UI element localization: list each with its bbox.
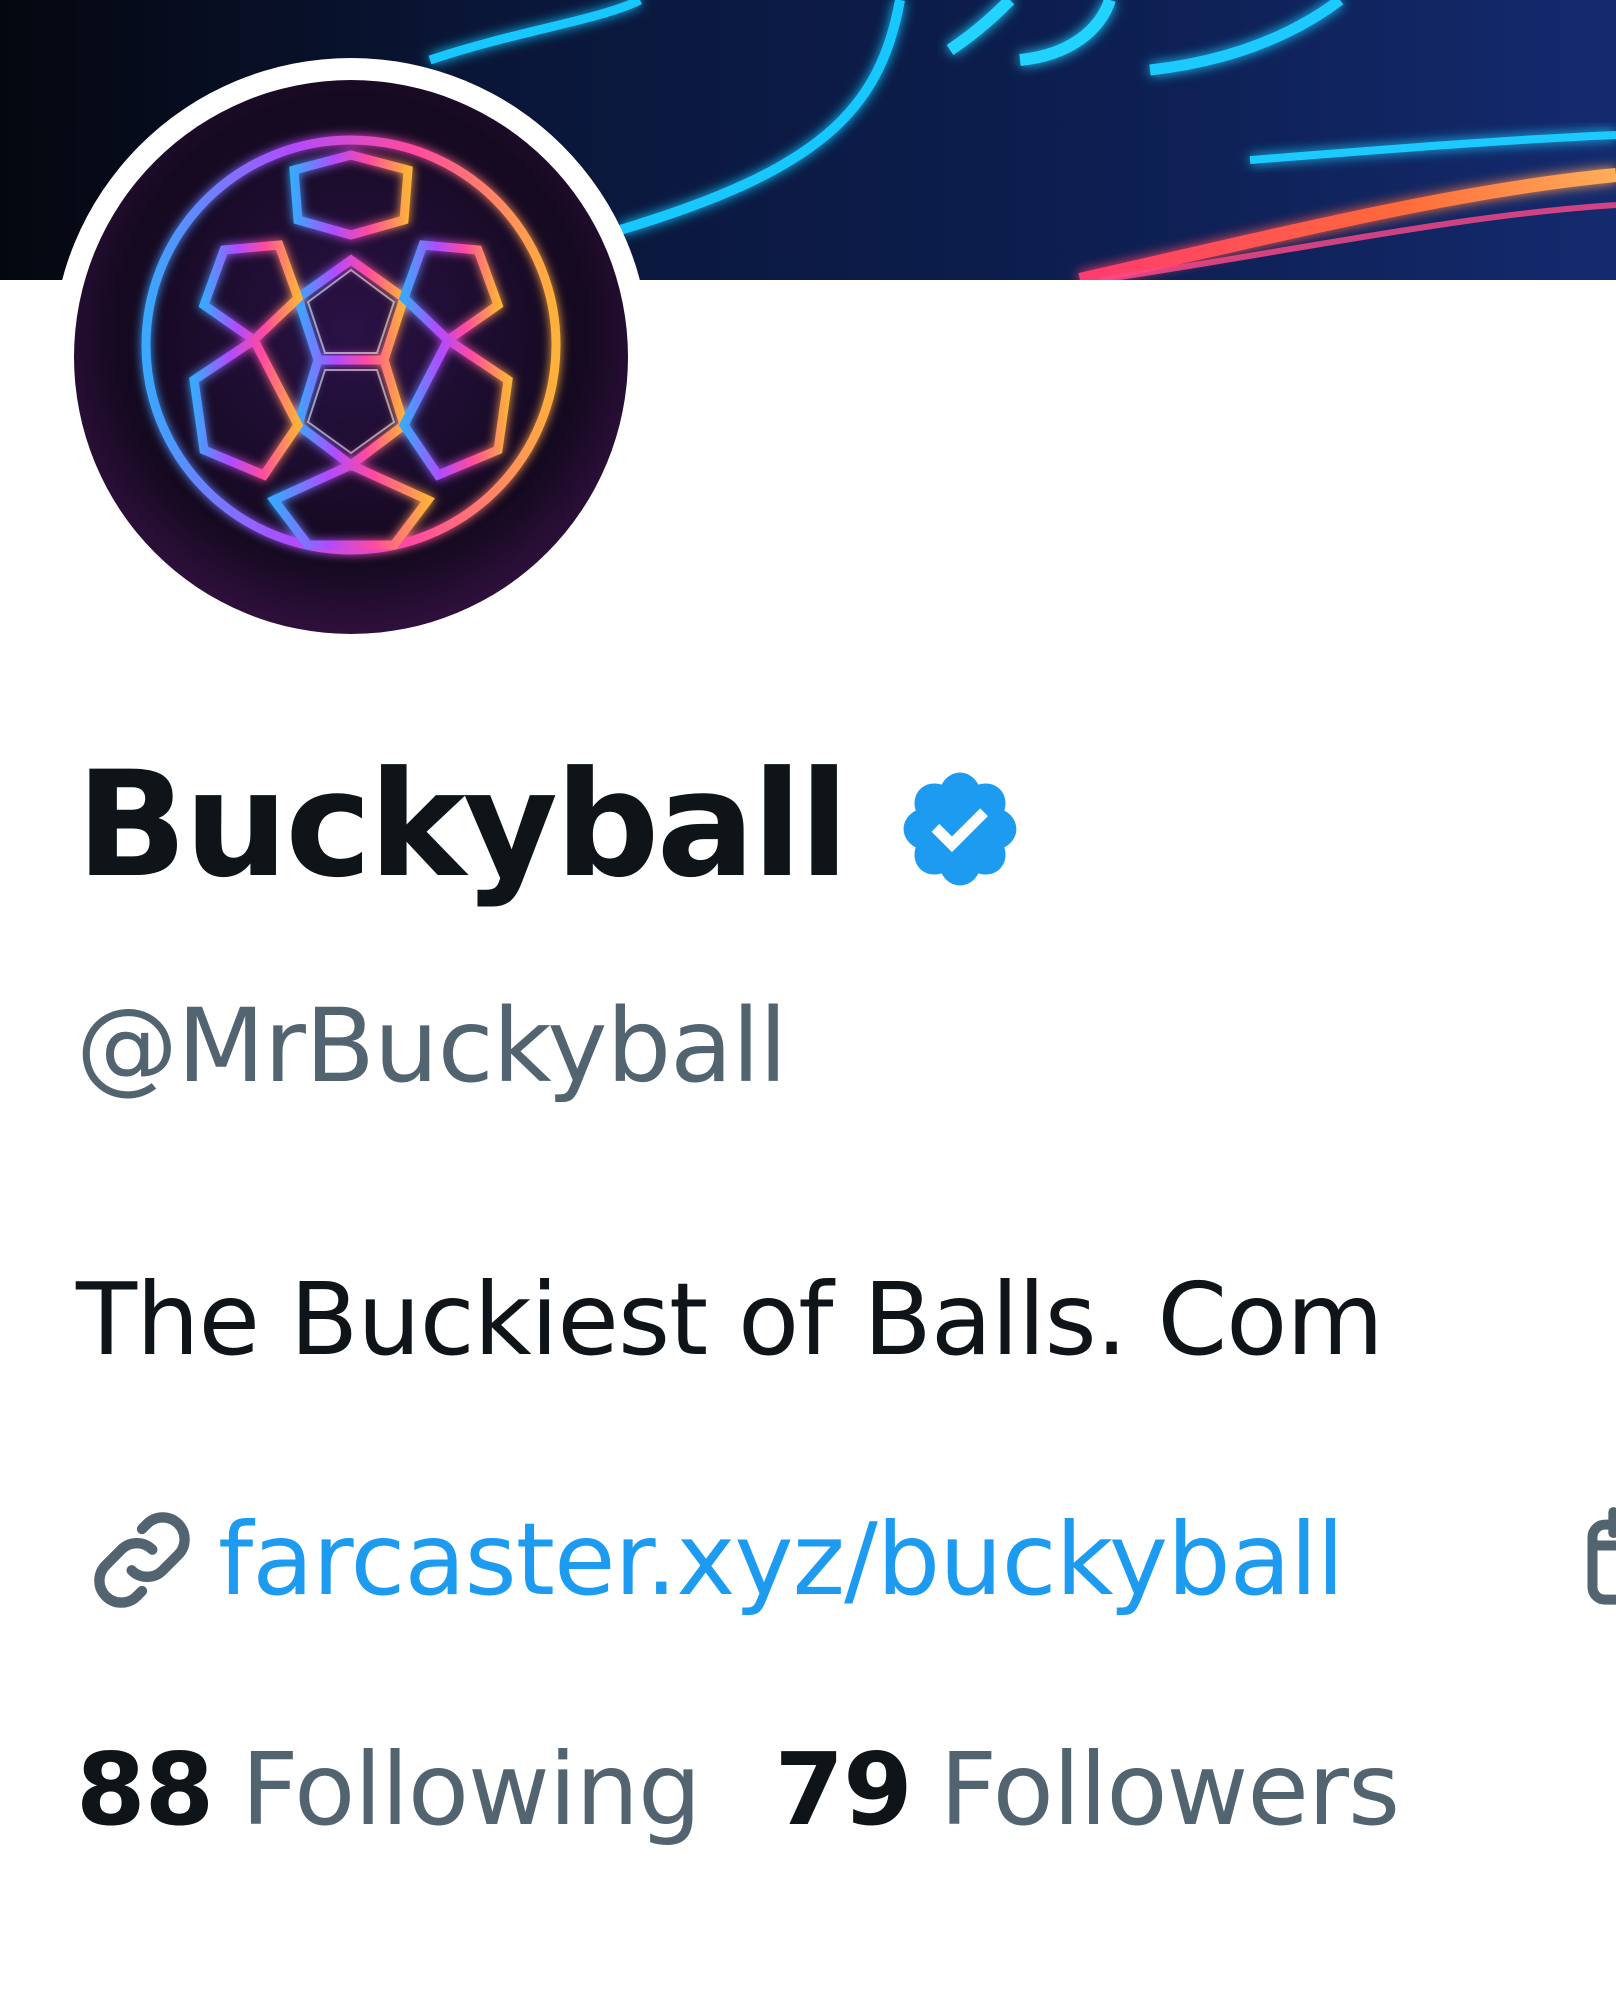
followers-label: Followers [939, 1731, 1400, 1848]
follow-stats: 88 Following 79 Followers [76, 1731, 1400, 1848]
following-count: 88 [76, 1731, 214, 1848]
following-label: Following [241, 1731, 701, 1848]
verified-badge-icon[interactable] [894, 763, 1026, 895]
link-icon [80, 1498, 204, 1622]
website-row: farcaster.xyz/buckyball [80, 1498, 1344, 1622]
following-stat[interactable]: 88 Following [76, 1731, 701, 1848]
profile-page: Buckyball @MrBuckyball The Buckiest of B… [0, 0, 1616, 2000]
display-name: Buckyball [76, 740, 849, 910]
followers-count: 79 [774, 1731, 912, 1848]
profile-handle: @MrBuckyball [76, 987, 787, 1106]
website-link[interactable]: farcaster.xyz/buckyball [218, 1510, 1344, 1610]
profile-bio: The Buckiest of Balls. Com [76, 1261, 1384, 1378]
calendar-icon [1580, 1503, 1616, 1613]
followers-stat[interactable]: 79 Followers [774, 1731, 1400, 1848]
avatar[interactable] [74, 80, 628, 634]
display-name-row: Buckyball [76, 752, 1026, 898]
